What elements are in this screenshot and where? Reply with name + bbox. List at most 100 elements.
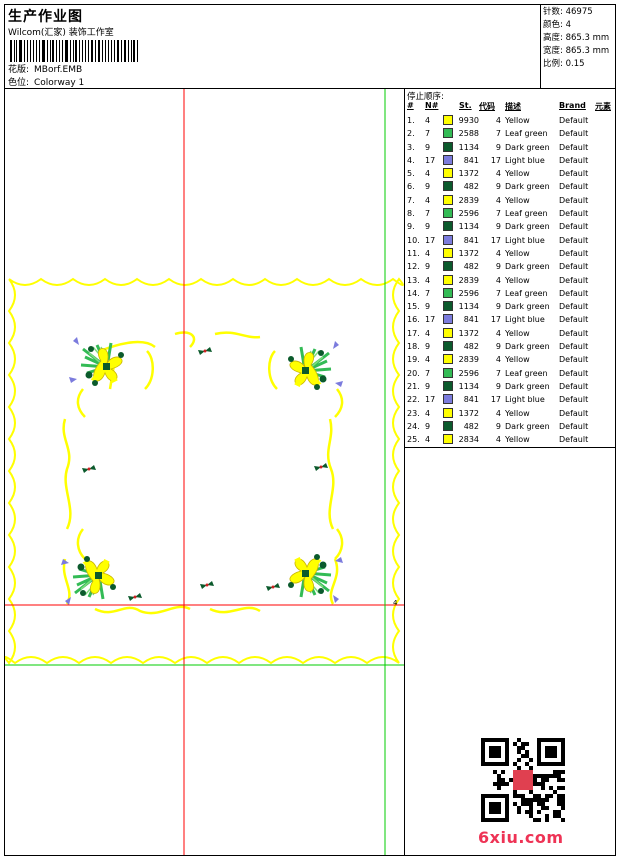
table-row[interactable]: 24. 9 482 9 Dark green Default <box>407 420 615 433</box>
table-row[interactable]: 19. 4 2839 4 Yellow Default <box>407 353 615 366</box>
row-brand: Default <box>559 315 589 325</box>
row-brand: Default <box>559 195 589 205</box>
table-row[interactable]: 2. 7 2588 7 Leaf green Default <box>407 127 615 140</box>
colorway-name: Colorway 1 <box>34 78 85 88</box>
row-needle: 9 <box>425 222 431 232</box>
table-row[interactable]: 6. 9 482 9 Dark green Default <box>407 180 615 193</box>
row-code: 7 <box>495 209 501 219</box>
row-brand: Default <box>559 155 589 165</box>
stat-label: 比例 <box>543 59 561 69</box>
row-stitches: 1372 <box>458 328 479 338</box>
column-element: 元素 <box>595 102 611 111</box>
table-row[interactable]: 9. 9 1134 9 Dark green Default <box>407 220 615 233</box>
row-stitches: 9930 <box>458 116 479 125</box>
color-swatch <box>443 380 453 391</box>
row-index: 7. <box>407 195 415 205</box>
row-code: 4 <box>495 195 501 205</box>
row-needle: 4 <box>425 435 431 445</box>
row-stitches: 841 <box>463 155 479 165</box>
color-swatch <box>443 128 453 139</box>
table-row[interactable]: 1. 4 9930 4 Yellow Default <box>407 114 615 127</box>
column-brand: Brand <box>559 101 586 110</box>
table-row[interactable]: 4. 17 841 17 Light blue Default <box>407 154 615 167</box>
row-needle: 4 <box>425 248 431 258</box>
table-row[interactable]: 25. 4 2834 4 Yellow Default <box>407 433 615 446</box>
row-index: 12. <box>407 262 420 272</box>
table-row[interactable]: 8. 7 2596 7 Leaf green Default <box>407 207 615 220</box>
row-needle: 4 <box>425 169 431 179</box>
row-index: 9. <box>407 222 415 232</box>
row-description: Yellow <box>505 435 530 445</box>
row-stitches: 482 <box>463 342 479 352</box>
table-row[interactable]: 16. 17 841 17 Light blue Default <box>407 313 615 326</box>
color-swatch <box>443 354 453 365</box>
design-preview[interactable]: 4 <box>5 89 404 855</box>
table-row[interactable]: 14. 7 2596 7 Leaf green Default <box>407 287 615 300</box>
row-stitches: 1134 <box>458 381 479 391</box>
row-needle: 17 <box>425 315 436 325</box>
column-stitches: St. <box>459 101 472 110</box>
row-code: 7 <box>495 129 501 139</box>
row-code: 9 <box>495 342 501 352</box>
table-row[interactable]: 17. 4 1372 4 Yellow Default <box>407 327 615 340</box>
table-row[interactable]: 3. 9 1134 9 Dark green Default <box>407 141 615 154</box>
row-description: Yellow <box>505 408 530 418</box>
row-brand: Default <box>559 381 589 391</box>
table-row[interactable]: 15. 9 1134 9 Dark green Default <box>407 300 615 313</box>
row-brand: Default <box>559 116 589 125</box>
row-code: 4 <box>495 328 501 338</box>
row-code: 9 <box>495 381 501 391</box>
color-swatch <box>443 367 453 378</box>
table-row[interactable]: 10. 17 841 17 Light blue Default <box>407 234 615 247</box>
stat-value: 46975 <box>565 7 593 17</box>
row-index: 17. <box>407 328 420 338</box>
table-row[interactable]: 20. 7 2596 7 Leaf green Default <box>407 367 615 380</box>
row-stitches: 1372 <box>458 248 479 258</box>
row-brand: Default <box>559 435 589 445</box>
motif-top-right <box>286 339 345 392</box>
row-stitches: 482 <box>463 182 479 192</box>
row-index: 22. <box>407 395 420 405</box>
row-description: Dark green <box>505 302 550 312</box>
row-stitches: 1134 <box>458 222 479 232</box>
stat-value: 865.3 mm <box>565 33 610 43</box>
table-row[interactable]: 7. 4 2839 4 Yellow Default <box>407 194 615 207</box>
table-row[interactable]: 18. 9 482 9 Dark green Default <box>407 340 615 353</box>
qr-code-icon <box>481 738 565 822</box>
row-code: 9 <box>495 182 501 192</box>
row-brand: Default <box>559 262 589 272</box>
table-row[interactable]: 22. 17 841 17 Light blue Default <box>407 393 615 406</box>
row-needle: 4 <box>425 275 431 285</box>
row-stitches: 482 <box>463 421 479 431</box>
stat-label: 针数 <box>543 7 561 17</box>
row-brand: Default <box>559 421 589 431</box>
color-swatch <box>443 394 453 405</box>
table-row[interactable]: 11. 4 1372 4 Yellow Default <box>407 247 615 260</box>
table-row[interactable]: 13. 4 2839 4 Yellow Default <box>407 274 615 287</box>
row-description: Dark green <box>505 421 550 431</box>
color-swatch <box>443 287 453 298</box>
stat-width: 宽度: 865.3 mm <box>543 46 610 56</box>
row-index: 18. <box>407 342 420 352</box>
row-needle: 17 <box>425 235 436 245</box>
table-row[interactable]: 5. 4 1372 4 Yellow Default <box>407 167 615 180</box>
table-row[interactable]: 12. 9 482 9 Dark green Default <box>407 260 615 273</box>
row-brand: Default <box>559 129 589 139</box>
row-stitches: 841 <box>463 395 479 405</box>
color-swatch <box>443 327 453 338</box>
table-row[interactable]: 21. 9 1134 9 Dark green Default <box>407 380 615 393</box>
color-swatch <box>443 154 453 165</box>
column-index: # <box>407 101 414 110</box>
row-index: 4. <box>407 155 415 165</box>
color-swatch <box>443 194 453 205</box>
design-label: 花版: <box>8 65 30 75</box>
row-index: 24. <box>407 421 420 431</box>
row-stitches: 1372 <box>458 408 479 418</box>
color-swatch <box>443 261 453 272</box>
row-code: 4 <box>495 116 501 125</box>
row-needle: 4 <box>425 195 431 205</box>
row-brand: Default <box>559 342 589 352</box>
row-description: Dark green <box>505 381 550 391</box>
table-row[interactable]: 23. 4 1372 4 Yellow Default <box>407 407 615 420</box>
row-stitches: 1372 <box>458 169 479 179</box>
